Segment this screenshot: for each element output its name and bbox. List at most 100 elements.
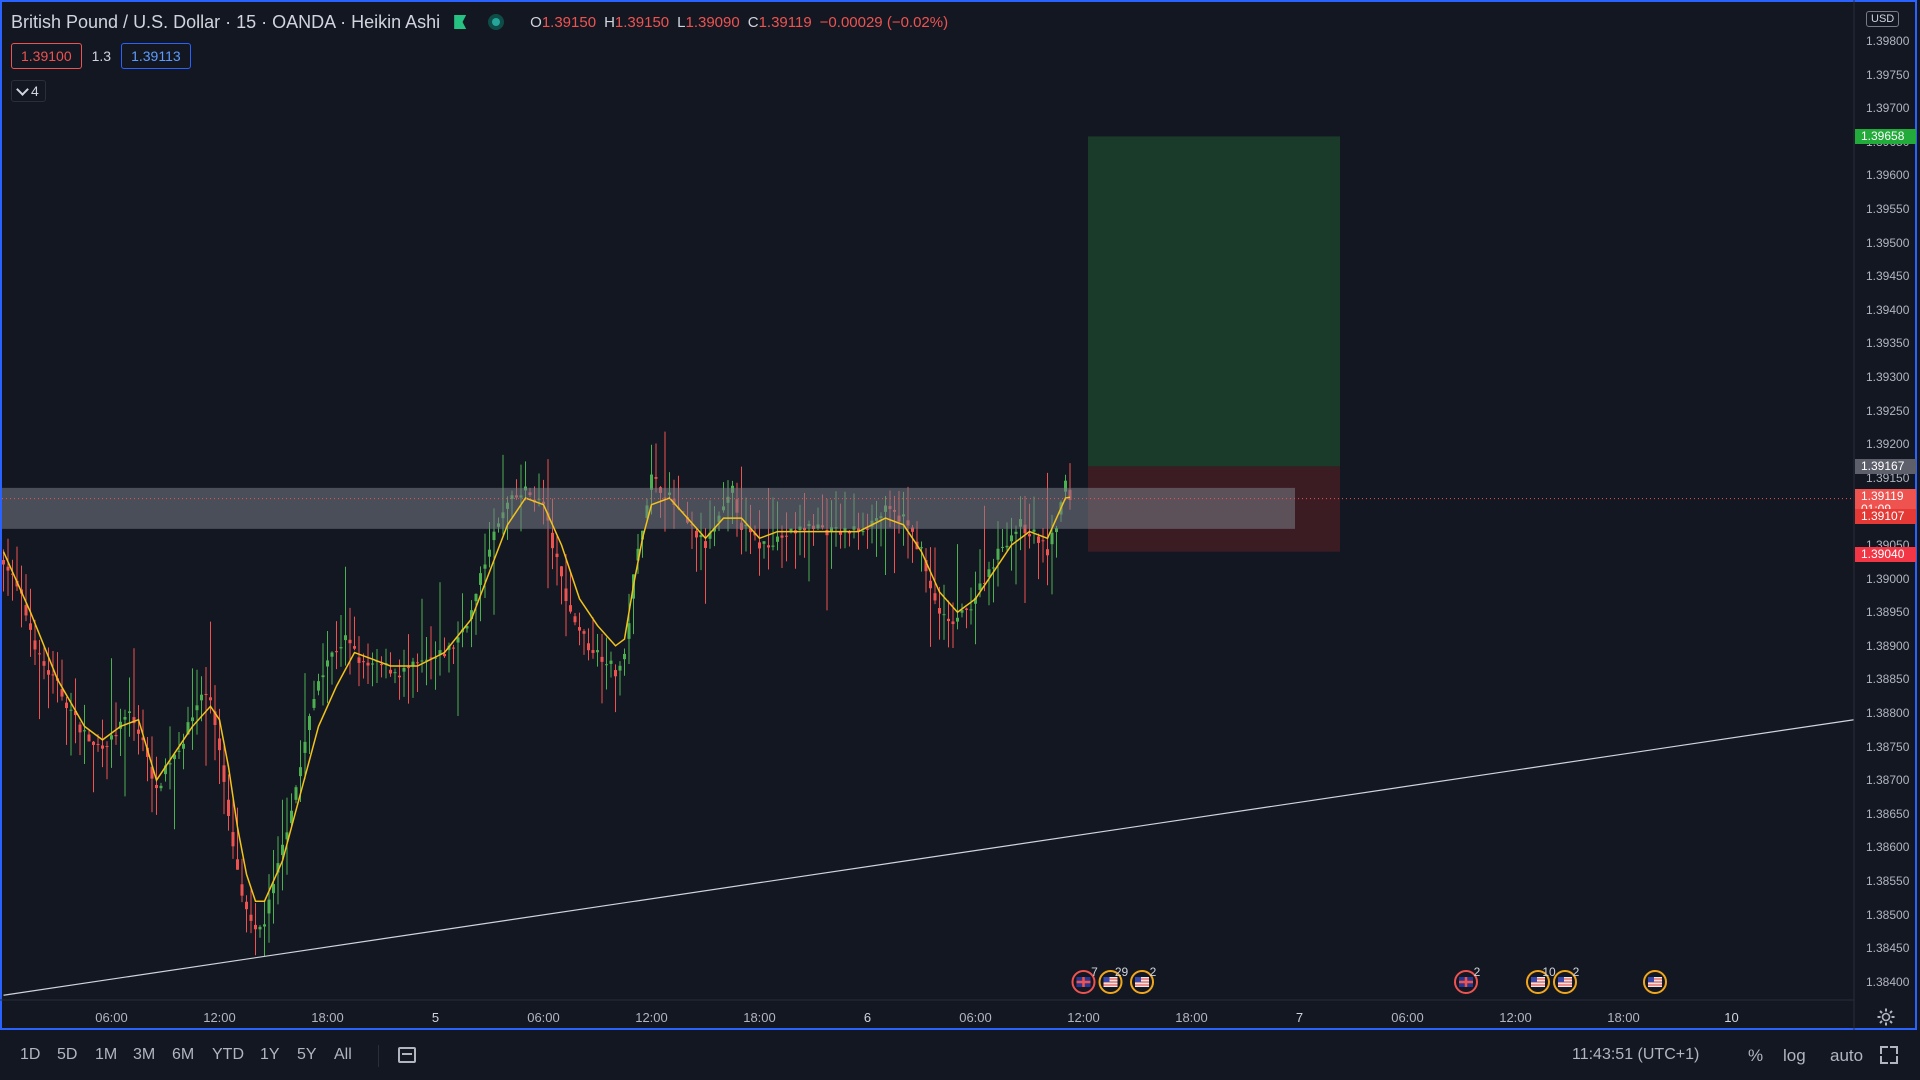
- time-axis-label: 7: [1295, 1010, 1304, 1025]
- candle-body: [605, 664, 608, 666]
- price-tag-value: 1.39107: [1861, 508, 1905, 523]
- candle-body: [51, 674, 55, 676]
- candle-body: [159, 785, 163, 789]
- sell-button[interactable]: 1.39100: [11, 43, 82, 69]
- candle-body: [564, 588, 568, 602]
- high-key: H: [604, 13, 615, 31]
- chart-canvas[interactable]: 7 29 2 2 10 2: [0, 0, 1920, 1030]
- candle-body: [128, 711, 131, 713]
- candle-body: [623, 653, 626, 660]
- price-axis-label: 1.39250: [1866, 403, 1910, 418]
- price-axis-label: 1.38400: [1866, 974, 1910, 989]
- gear-icon[interactable]: [1876, 1007, 1896, 1027]
- buy-button[interactable]: 1.39113: [121, 43, 191, 69]
- candle-body: [402, 667, 406, 672]
- price-tag-value: 1.39658: [1861, 129, 1905, 144]
- candle-body: [1032, 529, 1036, 532]
- candle-body: [398, 675, 401, 678]
- candle-body: [695, 530, 698, 538]
- range-ytd-button[interactable]: YTD: [212, 1046, 244, 1064]
- candle-body: [1050, 532, 1054, 545]
- range-5d-button[interactable]: 5D: [57, 1046, 77, 1064]
- flag-icon[interactable]: [454, 15, 467, 29]
- us-flag-canton: [1558, 977, 1564, 982]
- candle-body: [942, 614, 946, 616]
- candle-body: [2, 560, 5, 565]
- candle-body: [96, 743, 100, 745]
- currency-badge[interactable]: USD: [1866, 11, 1900, 27]
- price-axis-label: 1.39600: [1866, 168, 1910, 183]
- candle-body: [299, 767, 302, 777]
- symbol-title[interactable]: British Pound / U.S. Dollar · 15 · OANDA…: [11, 12, 440, 33]
- price-axis-label: 1.39550: [1866, 202, 1910, 216]
- time-axis-label: 6: [863, 1010, 872, 1025]
- candle-body: [929, 580, 932, 589]
- calendar-icon[interactable]: [398, 1047, 416, 1063]
- price-tag: 1.39107: [1855, 508, 1916, 524]
- range-5y-button[interactable]: 5Y: [297, 1046, 317, 1064]
- candle-body: [83, 730, 86, 732]
- range-3m-button[interactable]: 3M: [133, 1046, 155, 1064]
- candle-body: [114, 734, 118, 737]
- candle-body: [933, 593, 937, 601]
- high-value: 1.39150: [614, 13, 670, 31]
- time-axis-label: 5: [431, 1010, 440, 1025]
- candle-body: [1046, 549, 1049, 556]
- range-6m-button[interactable]: 6M: [172, 1046, 194, 1064]
- candle-body: [105, 746, 109, 748]
- candle-body: [1005, 545, 1009, 548]
- event-count: 10: [1542, 965, 1556, 979]
- candle-body: [704, 541, 707, 548]
- trendline: [3, 719, 1855, 996]
- fullscreen-icon[interactable]: [1880, 1046, 1898, 1064]
- price-axis-label: 1.39400: [1866, 302, 1910, 317]
- indicators-count: 4: [31, 83, 39, 99]
- price-axis-label: 1.38500: [1866, 907, 1910, 922]
- candle-body: [1028, 534, 1031, 537]
- event-count: 2: [1150, 965, 1157, 979]
- candle-body: [483, 564, 487, 569]
- events-layer: 7 29 2 2 10 2: [1071, 965, 1667, 994]
- range-1d-button[interactable]: 1D: [20, 1046, 40, 1064]
- support-zone: [2, 487, 1295, 529]
- candle-body: [654, 477, 658, 479]
- price-axis-label: 1.38900: [1866, 638, 1910, 653]
- price-axis-label: 1.39450: [1866, 269, 1910, 284]
- candle-body: [560, 566, 563, 577]
- candle-body: [281, 844, 284, 856]
- candle-body: [762, 541, 766, 544]
- close-value: 1.39119: [758, 13, 812, 31]
- time-axis-label: 12:00: [635, 1010, 668, 1025]
- range-all-button[interactable]: All: [334, 1046, 352, 1064]
- candle-body: [479, 573, 482, 585]
- candle-body: [29, 623, 32, 630]
- target-zone: [1088, 136, 1340, 467]
- time-axis-label: 06:00: [1391, 1010, 1424, 1025]
- candle-body: [618, 665, 622, 671]
- percent-toggle[interactable]: %: [1748, 1046, 1763, 1066]
- auto-toggle[interactable]: auto: [1830, 1046, 1863, 1066]
- market-status-icon[interactable]: [488, 14, 505, 30]
- event-count: 2: [1573, 965, 1580, 979]
- candle-body: [420, 660, 424, 662]
- price-axis-label: 1.39000: [1866, 571, 1910, 586]
- price-axis-label: 1.38550: [1866, 874, 1910, 888]
- us-flag-canton: [1648, 977, 1654, 982]
- price-axis-label: 1.38700: [1866, 773, 1910, 788]
- candle-body: [344, 635, 347, 641]
- candle-body: [240, 884, 244, 896]
- time-axis-label: 06:00: [95, 1010, 128, 1025]
- candle-body: [177, 750, 181, 752]
- candle-body: [920, 547, 923, 549]
- clock[interactable]: 11:43:51 (UTC+1): [1572, 1046, 1699, 1064]
- indicators-toggle[interactable]: 4: [11, 80, 46, 102]
- price-axis-label: 1.39750: [1866, 67, 1910, 82]
- range-1m-button[interactable]: 1M: [95, 1046, 117, 1064]
- log-toggle[interactable]: log: [1783, 1046, 1806, 1066]
- price-axis-label: 1.39200: [1866, 437, 1910, 452]
- range-1y-button[interactable]: 1Y: [260, 1046, 280, 1064]
- moving-average-line: [2, 496, 1071, 902]
- candle-body: [110, 735, 113, 740]
- toolbar-separator: [378, 1045, 379, 1067]
- price-tag-value: 1.39167: [1861, 459, 1905, 474]
